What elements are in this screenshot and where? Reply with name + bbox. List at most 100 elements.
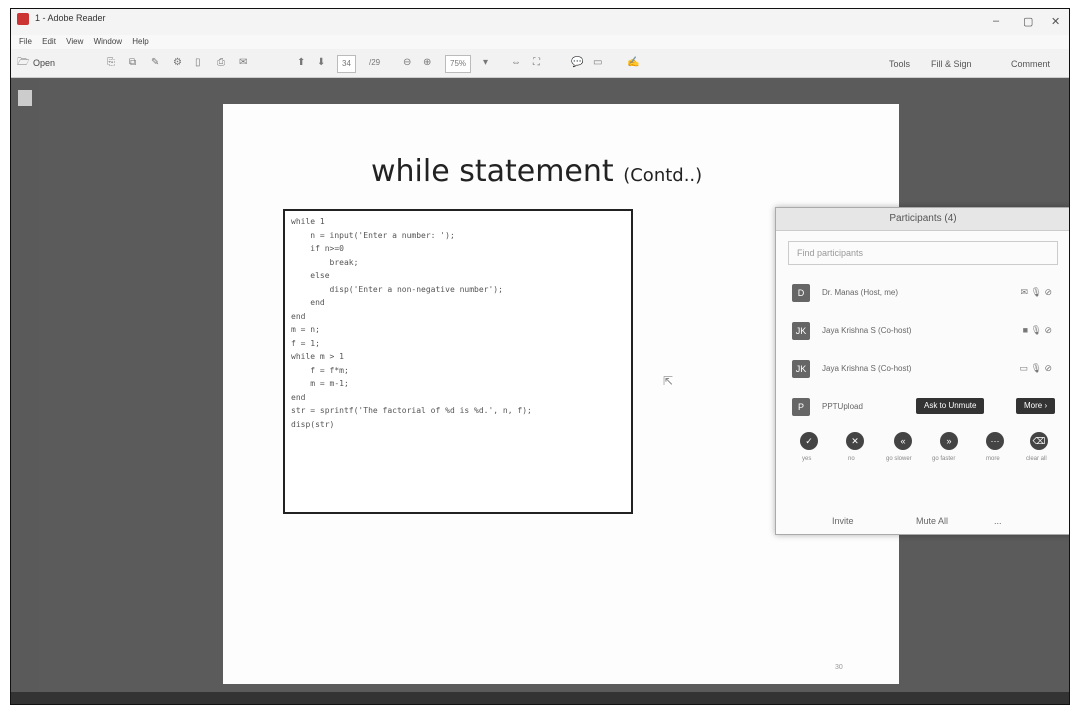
feedback-label: more	[986, 456, 1000, 462]
code-line: else	[291, 271, 330, 280]
slide-page-number: 30	[835, 664, 843, 671]
menu-help[interactable]: Help	[132, 37, 148, 46]
menu-view[interactable]: View	[66, 37, 83, 46]
zoom-in-icon[interactable]: ⊕	[423, 55, 431, 71]
code-line: m = n;	[291, 325, 320, 334]
participants-search-input[interactable]: Find participants	[788, 241, 1058, 265]
chevron-down-icon[interactable]: ▾	[483, 55, 488, 71]
prev-page-icon[interactable]: ⬆	[297, 55, 305, 71]
code-line: break;	[291, 257, 359, 267]
participant-row[interactable]: JK Jaya Krishna S (Co-host) ■ 🎙 ⊘	[776, 313, 1069, 351]
code-line: disp('Enter a non-negative number');	[291, 284, 503, 294]
sign-icon[interactable]: ✍	[627, 55, 639, 71]
participant-status-icons: ▭ 🎙 ⊘	[1019, 363, 1052, 373]
page-total: /29	[369, 58, 381, 67]
comment-tab[interactable]: Comment	[1011, 59, 1050, 69]
restore-button[interactable]: ▢	[1023, 15, 1033, 28]
fill-sign-tab[interactable]: Fill & Sign	[931, 59, 972, 69]
avatar: P	[792, 398, 810, 416]
code-line: f = f*m;	[291, 365, 349, 375]
menu-window[interactable]: Window	[94, 37, 122, 46]
participant-name: Jaya Krishna S (Co-host)	[822, 326, 912, 335]
status-bar	[11, 692, 1069, 704]
participant-row[interactable]: P PPTUpload Ask to Unmute More ›	[776, 389, 1069, 427]
email-icon[interactable]: ✉	[239, 55, 247, 71]
feedback-controls: ✓ ✕ « » ⋯ ⌫ yes no go slower go faster m…	[776, 432, 1069, 472]
menu-file[interactable]: File	[19, 37, 32, 46]
menu-edit[interactable]: Edit	[42, 37, 56, 46]
title-bar: 1 - Adobe Reader – ▢ ✕	[11, 9, 1069, 36]
comment-icon[interactable]: 💬	[571, 55, 583, 71]
code-line: if n>=0	[291, 244, 344, 253]
pages-panel-icon[interactable]	[18, 90, 32, 106]
participant-status-icons: ✉ 🎙 ⊘	[1020, 287, 1052, 297]
mouse-cursor-icon: ⇱	[663, 374, 674, 388]
slide-title-suffix: (Contd..)	[623, 165, 703, 186]
fit-page-icon[interactable]: ⛶	[533, 55, 540, 71]
participant-name: PPTUpload	[822, 402, 863, 411]
code-line: m = m-1;	[291, 379, 349, 388]
highlight-icon[interactable]: ▭	[593, 55, 602, 71]
feedback-label: go faster	[932, 456, 956, 462]
avatar: JK	[792, 360, 810, 378]
slide-title: while statement (Contd..)	[371, 154, 702, 189]
participant-name: Jaya Krishna S (Co-host)	[822, 364, 912, 373]
navigation-sidebar	[11, 78, 39, 692]
next-page-icon[interactable]: ⬇	[317, 55, 325, 71]
zoom-out-icon[interactable]: ⊖	[403, 55, 411, 71]
avatar: D	[792, 284, 810, 302]
menu-bar: File Edit View Window Help	[11, 35, 1069, 49]
participant-row[interactable]: D Dr. Manas (Host, me) ✉ 🎙 ⊘	[776, 275, 1069, 313]
window-title: 1 - Adobe Reader	[35, 13, 106, 23]
participant-status-icons: ■ 🎙 ⊘	[1022, 325, 1052, 335]
edit-icon[interactable]: ✎	[151, 55, 159, 71]
go-faster-icon[interactable]: »	[940, 432, 958, 450]
folder-icon[interactable]: 🗁	[17, 55, 29, 71]
feedback-label: go slower	[886, 456, 912, 462]
toolbar: 🗁 Open ⎘ ⧉ ✎ ⚙ ▯ ⎙ ✉ ⬆ ⬇ 34 /29 ⊖ ⊕ 75% …	[11, 49, 1069, 78]
fit-width-icon[interactable]: ⇔	[511, 55, 521, 71]
code-line: while 1	[291, 217, 325, 226]
code-line: end	[291, 298, 325, 307]
code-line: f = 1;	[291, 338, 320, 348]
code-line: end	[291, 392, 306, 402]
clear-all-icon[interactable]: ⌫	[1030, 432, 1048, 450]
yes-icon[interactable]: ✓	[800, 432, 818, 450]
no-icon[interactable]: ✕	[846, 432, 864, 450]
participant-row[interactable]: JK Jaya Krishna S (Co-host) ▭ 🎙 ⊘	[776, 351, 1069, 389]
code-line: end	[291, 311, 306, 321]
settings-icon[interactable]: ⚙	[173, 55, 182, 71]
document-icon[interactable]: ▯	[195, 55, 201, 71]
invite-button[interactable]: Invite	[832, 516, 854, 526]
code-line: n = input('Enter a number: ');	[291, 230, 455, 240]
feedback-label: yes	[802, 456, 812, 462]
more-feedback-icon[interactable]: ⋯	[986, 432, 1004, 450]
ask-to-unmute-button[interactable]: Ask to Unmute	[916, 398, 985, 414]
feedback-label: no	[848, 456, 855, 462]
minimize-button[interactable]: –	[993, 15, 999, 27]
go-slower-icon[interactable]: «	[894, 432, 912, 450]
code-line: while m > 1	[291, 352, 344, 361]
participants-title: Participants (4)	[776, 208, 1069, 231]
participants-panel: Participants (4) Find participants D Dr.…	[775, 207, 1069, 535]
combine-icon[interactable]: ⧉	[129, 55, 136, 71]
code-block: while 1 n = input('Enter a number: '); i…	[283, 209, 633, 514]
participant-name: Dr. Manas (Host, me)	[822, 288, 899, 297]
slide-title-main: while statement	[371, 154, 614, 189]
more-button[interactable]: More ›	[1016, 398, 1056, 414]
code-line: str = sprintf('The factorial of %d is %d…	[291, 406, 532, 415]
avatar: JK	[792, 322, 810, 340]
zoom-select[interactable]: 75%	[445, 55, 472, 73]
code-line: disp(str)	[291, 419, 335, 429]
page-number-input[interactable]: 34	[337, 55, 356, 73]
create-icon[interactable]: ⎘	[107, 55, 115, 71]
mute-all-button[interactable]: Mute All	[916, 516, 948, 526]
print-icon[interactable]: ⎙	[217, 55, 225, 71]
close-button[interactable]: ✕	[1051, 15, 1060, 28]
feedback-label: clear all	[1026, 456, 1047, 462]
monitor-screen: 1 - Adobe Reader – ▢ ✕ File Edit View Wi…	[10, 8, 1070, 705]
open-button[interactable]: Open	[33, 55, 55, 71]
adobe-reader-icon	[17, 13, 29, 25]
tools-tab[interactable]: Tools	[889, 59, 910, 69]
more-options-button[interactable]: ...	[994, 516, 1002, 526]
